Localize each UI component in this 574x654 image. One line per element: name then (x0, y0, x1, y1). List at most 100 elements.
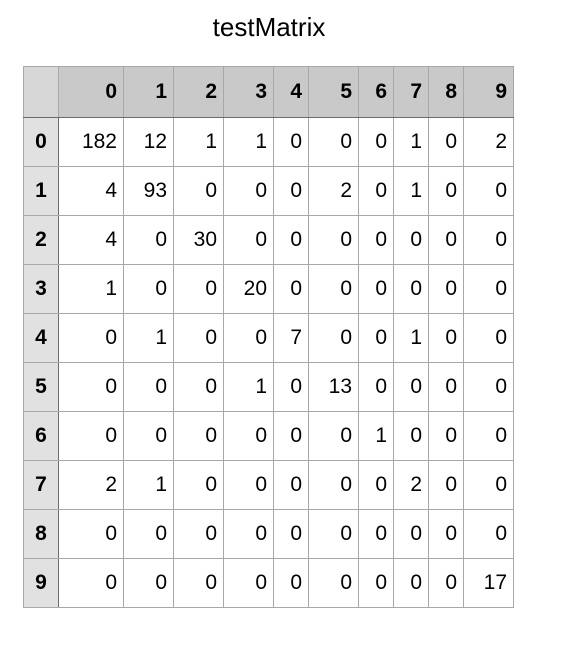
cell-0-1: 12 (123, 117, 174, 167)
cell-0-4: 0 (273, 117, 309, 167)
row-header-4: 4 (23, 313, 59, 363)
cell-4-0: 0 (58, 313, 124, 363)
cell-9-8: 0 (428, 558, 464, 608)
row-header-8: 8 (23, 509, 59, 559)
cell-8-4: 0 (273, 509, 309, 559)
column-header-3: 3 (223, 66, 274, 118)
cell-9-3: 0 (223, 558, 274, 608)
cell-1-5: 2 (308, 166, 359, 216)
cell-1-0: 4 (58, 166, 124, 216)
row-header-3: 3 (23, 264, 59, 314)
cell-8-9: 0 (463, 509, 514, 559)
cell-2-9: 0 (463, 215, 514, 265)
cell-3-8: 0 (428, 264, 464, 314)
cell-5-0: 0 (58, 362, 124, 412)
cell-1-7: 1 (393, 166, 429, 216)
column-header-8: 8 (428, 66, 464, 118)
table-row: 40100700100 (23, 313, 514, 363)
cell-8-7: 0 (393, 509, 429, 559)
cell-8-0: 0 (58, 509, 124, 559)
cell-4-8: 0 (428, 313, 464, 363)
cell-9-0: 0 (58, 558, 124, 608)
cell-0-3: 1 (223, 117, 274, 167)
cell-4-5: 0 (308, 313, 359, 363)
cell-6-2: 0 (173, 411, 224, 461)
cell-3-5: 0 (308, 264, 359, 314)
column-header-6: 6 (358, 66, 394, 118)
cell-7-6: 0 (358, 460, 394, 510)
cell-5-9: 0 (463, 362, 514, 412)
cell-3-7: 0 (393, 264, 429, 314)
cell-4-6: 0 (358, 313, 394, 363)
cell-8-3: 0 (223, 509, 274, 559)
table-row: 2 4 0 30 0 0 0 0 0 0 0 (23, 215, 514, 265)
table-row: 60000001000 (23, 411, 514, 461)
cell-2-5: 0 (308, 215, 359, 265)
corner-cell (23, 66, 59, 118)
cell-4-2: 0 (173, 313, 224, 363)
cell-4-4: 7 (273, 313, 309, 363)
cell-7-2: 0 (173, 460, 224, 510)
cell-4-9: 0 (463, 313, 514, 363)
column-header-4: 4 (273, 66, 309, 118)
cell-5-8: 0 (428, 362, 464, 412)
cell-7-1: 1 (123, 460, 174, 510)
cell-6-1: 0 (123, 411, 174, 461)
cell-8-2: 0 (173, 509, 224, 559)
cell-8-5: 0 (308, 509, 359, 559)
cell-6-5: 0 (308, 411, 359, 461)
cell-6-9: 0 (463, 411, 514, 461)
cell-9-5: 0 (308, 558, 359, 608)
cell-1-4: 0 (273, 166, 309, 216)
cell-5-7: 0 (393, 362, 429, 412)
column-header-7: 7 (393, 66, 429, 118)
table-row: 0 182 12 1 1 0 0 0 1 0 2 (23, 117, 514, 167)
cell-3-9: 0 (463, 264, 514, 314)
table-row: 5 0 0 0 1 0 13 0 0 0 0 (23, 362, 514, 412)
cell-5-2: 0 (173, 362, 224, 412)
row-header-7: 7 (23, 460, 59, 510)
cell-6-0: 0 (58, 411, 124, 461)
cell-0-6: 0 (358, 117, 394, 167)
cell-8-6: 0 (358, 509, 394, 559)
cell-1-3: 0 (223, 166, 274, 216)
cell-1-1: 93 (123, 166, 174, 216)
table-row: 9 0 0 0 0 0 0 0 0 0 17 (23, 558, 514, 608)
cell-0-8: 0 (428, 117, 464, 167)
cell-0-0: 182 (58, 117, 124, 167)
cell-7-3: 0 (223, 460, 274, 510)
cell-7-4: 0 (273, 460, 309, 510)
cell-1-9: 0 (463, 166, 514, 216)
cell-5-6: 0 (358, 362, 394, 412)
cell-2-1: 0 (123, 215, 174, 265)
cell-9-4: 0 (273, 558, 309, 608)
table-row: 1 4 93 0 0 0 2 0 1 0 0 (23, 166, 514, 216)
column-header-1: 1 (123, 66, 174, 118)
table-row: 80000000000 (23, 509, 514, 559)
cell-1-2: 0 (173, 166, 224, 216)
cell-5-5: 13 (308, 362, 359, 412)
cell-7-0: 2 (58, 460, 124, 510)
cell-2-0: 4 (58, 215, 124, 265)
cell-2-4: 0 (273, 215, 309, 265)
cell-0-9: 2 (463, 117, 514, 167)
cell-5-3: 1 (223, 362, 274, 412)
cell-0-7: 1 (393, 117, 429, 167)
row-header-9: 9 (23, 558, 59, 608)
table-row: 3 1 0 0 20 0 0 0 0 0 0 (23, 264, 514, 314)
cell-8-8: 0 (428, 509, 464, 559)
cell-9-7: 0 (393, 558, 429, 608)
cell-6-8: 0 (428, 411, 464, 461)
cell-9-1: 0 (123, 558, 174, 608)
column-header-2: 2 (173, 66, 224, 118)
cell-8-1: 0 (123, 509, 174, 559)
cell-3-2: 0 (173, 264, 224, 314)
cell-9-9: 17 (463, 558, 514, 608)
cell-1-8: 0 (428, 166, 464, 216)
cell-7-7: 2 (393, 460, 429, 510)
cell-5-4: 0 (273, 362, 309, 412)
cell-2-7: 0 (393, 215, 429, 265)
cell-5-1: 0 (123, 362, 174, 412)
chart-title: testMatrix (212, 12, 326, 42)
cell-3-4: 0 (273, 264, 309, 314)
